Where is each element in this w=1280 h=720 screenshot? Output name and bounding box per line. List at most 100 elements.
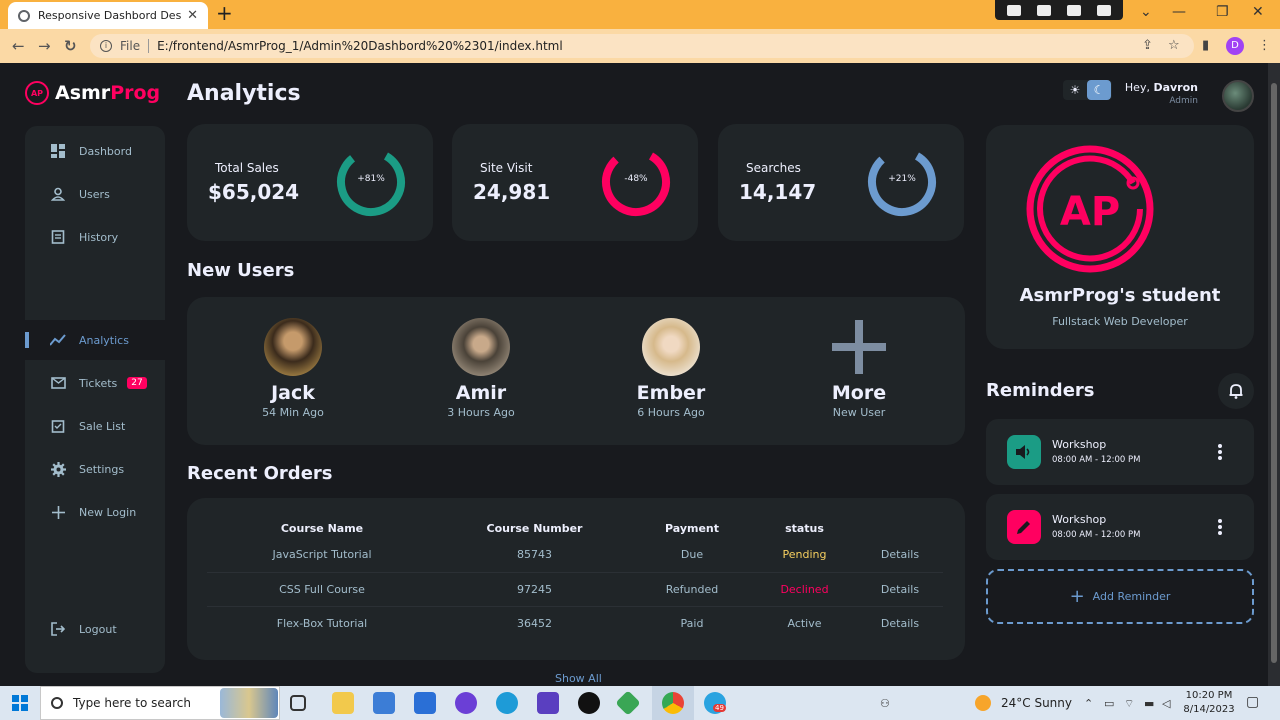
add-reminder-button[interactable]: + Add Reminder [986,569,1254,624]
sidebar-item-tickets[interactable]: Tickets 27 [25,363,165,403]
clock-time: 10:20 PM [1185,690,1233,701]
theme-toggle[interactable]: ☀ ☾ [1063,80,1112,100]
telegram-badge: 49 [713,704,726,712]
gear-icon[interactable] [1097,4,1111,16]
sidebar-item-history[interactable]: History [25,217,165,257]
battery-icon[interactable]: ▬ [1144,697,1154,710]
brand-logo[interactable]: AP AsmrProg [25,81,160,105]
sidebar-item-users[interactable]: Users [25,174,165,214]
sidebar-item-new-login[interactable]: New Login [25,492,165,532]
people-icon[interactable]: ⚇ [880,697,890,710]
edit-icon [1007,510,1041,544]
more-vert-icon[interactable] [1218,519,1222,537]
sun-icon [975,695,991,711]
meet-now-icon[interactable]: ▭ [1104,697,1114,710]
tab-title: Responsive Dashbord Design #1 [38,9,182,22]
new-tab-button[interactable]: + [216,3,233,23]
video-icon[interactable] [1037,4,1051,16]
weather-widget[interactable]: 24°C Sunny [975,695,1072,711]
sidebar-item-sale-list[interactable]: Sale List [25,406,165,446]
tiktok-icon[interactable] [578,692,600,714]
avatar [264,318,322,376]
mail-icon[interactable] [414,692,436,714]
user-card-jack[interactable]: Jack 54 Min Ago [228,318,358,419]
logout-button[interactable]: Logout [25,609,165,649]
windows-start-button[interactable] [12,695,28,711]
user-card-more[interactable]: More New User [794,318,924,419]
browser-tab[interactable]: Responsive Dashbord Design #1 ✕ [8,2,208,29]
store-icon[interactable] [373,692,395,714]
brand-suffix: Prog [110,82,161,104]
profile-name: AsmrProg's student [1019,285,1221,306]
page-title: Analytics [187,81,301,106]
globe-icon [18,9,30,22]
details-link[interactable]: Details [857,572,943,607]
chevron-down-icon[interactable]: ⌄ [1140,4,1152,20]
column-header: Payment [664,521,720,535]
details-link[interactable]: Details [857,606,943,640]
url-field[interactable]: i File E:/frontend/AsmrProg_1/Admin%20Da… [90,34,1194,58]
app-icon[interactable] [455,692,477,714]
url-text[interactable]: E:/frontend/AsmrProg_1/Admin%20Dashbord%… [157,39,563,53]
maximize-button[interactable]: ❐ [1216,4,1229,20]
user-name: Davron [1153,81,1198,94]
bell-icon[interactable] [1218,373,1254,409]
window-icon[interactable] [1067,4,1081,16]
info-icon[interactable]: i [100,40,112,52]
camera-icon[interactable] [1007,4,1021,16]
sun-icon[interactable]: ☀ [1063,80,1087,100]
details-link[interactable]: Details [857,538,943,573]
volume-icon[interactable]: ◁ [1162,697,1170,710]
menu-icon[interactable]: ⋮ [1258,38,1271,53]
logout-icon [50,621,66,637]
task-view-icon[interactable] [290,695,306,711]
search-placeholder: Type here to search [73,696,191,710]
edge-icon[interactable] [496,692,518,714]
show-all-link[interactable]: Show All [555,672,602,685]
user-time: New User [832,406,886,419]
logout-label: Logout [79,622,117,636]
stat-label: Searches [746,161,801,175]
system-clock[interactable]: 10:20 PM 8/14/2023 [1180,689,1238,717]
stat-card-sales: Total Sales $65,024 +81% [187,124,433,241]
dashboard-page: AP AsmrProg Dashbord Users History Analy… [0,63,1268,686]
sidebar-item-analytics[interactable]: Analytics [25,320,165,360]
moon-icon[interactable]: ☾ [1087,80,1111,100]
git-icon[interactable] [615,690,641,716]
avatar[interactable] [1222,80,1254,112]
app-icon[interactable] [537,692,559,714]
chrome-icon[interactable] [662,692,684,714]
stat-label: Total Sales [215,161,279,175]
star-icon[interactable]: ☆ [1168,38,1180,53]
chevron-up-icon[interactable]: ⌃ [1084,697,1093,710]
screen-capture-toolbar[interactable] [995,0,1123,20]
logout-button[interactable] [25,672,165,686]
ticket-count-badge: 27 [127,377,147,389]
sidebar-item-settings[interactable]: Settings [25,449,165,489]
notification-icon[interactable]: ▢ [1246,694,1259,710]
reload-button[interactable]: ↻ [64,37,77,55]
forward-button[interactable]: → [38,37,51,55]
sidepanel-icon[interactable]: ▮ [1202,38,1209,53]
user-name: Amir [455,382,507,404]
reminder-time: 08:00 AM - 12:00 PM [1052,530,1141,540]
network-icon[interactable]: ⌔ [1124,697,1134,711]
more-vert-icon[interactable] [1218,444,1222,462]
page-scrollbar[interactable] [1268,63,1280,686]
greeting-text: Hey, [1124,81,1150,94]
profile-avatar[interactable]: D [1226,37,1244,55]
reminder-item[interactable]: Workshop 08:00 AM - 12:00 PM [986,494,1254,560]
back-button[interactable]: ← [12,37,25,55]
user-card-ember[interactable]: Ember 6 Hours Ago [606,318,736,419]
close-window-button[interactable]: ✕ [1252,4,1264,20]
minimize-button[interactable]: — [1172,4,1186,20]
table-row: CSS Full Course 97245 Refunded Declined … [207,572,943,607]
reminder-item[interactable]: Workshop 08:00 AM - 12:00 PM [986,419,1254,485]
share-icon[interactable]: ⇪ [1142,38,1153,53]
user-card-amir[interactable]: Amir 3 Hours Ago [416,318,546,419]
close-tab-icon[interactable]: ✕ [187,8,198,23]
sidebar-item-label: Users [79,187,110,201]
file-explorer-icon[interactable] [332,692,354,714]
sidebar-item-dashboard[interactable]: Dashbord [25,131,165,171]
table-header-row: Course Name Course Number Payment status [207,518,943,538]
